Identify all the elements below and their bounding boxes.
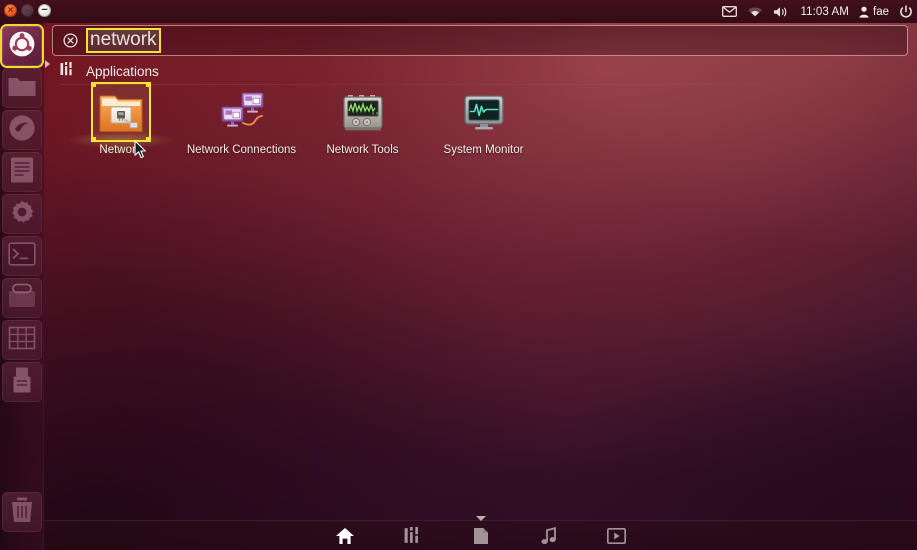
sidebar-item-trash[interactable] bbox=[1, 492, 42, 532]
sidebar-item-terminal[interactable] bbox=[1, 236, 42, 276]
gear-icon bbox=[8, 198, 36, 231]
lens-video[interactable] bbox=[605, 525, 629, 547]
unity-dash-screen: × − − 11:03 AM fae network Applications … bbox=[0, 0, 917, 550]
window-maximize-button[interactable]: − bbox=[38, 4, 51, 17]
volume-icon[interactable] bbox=[773, 6, 790, 18]
ubuntu-logo-icon bbox=[8, 30, 36, 63]
maximize-icon: − bbox=[41, 4, 48, 16]
sidebar-item-libreoffice-writer[interactable] bbox=[1, 152, 42, 192]
category-divider bbox=[60, 84, 908, 85]
network-connections-icon bbox=[218, 88, 266, 136]
category-header-applications[interactable]: Applications bbox=[60, 62, 159, 81]
dash-lens-bar bbox=[44, 515, 917, 550]
terminal-icon bbox=[7, 241, 36, 271]
clock[interactable]: 11:03 AM bbox=[800, 6, 849, 18]
launcher-arrow-indicator bbox=[45, 60, 50, 68]
dash-search-bar[interactable]: network bbox=[52, 25, 908, 56]
firefox-icon bbox=[7, 113, 37, 148]
result-item-network[interactable]: Network bbox=[60, 82, 181, 156]
clear-circle-icon[interactable] bbox=[63, 33, 78, 48]
user-name: fae bbox=[873, 5, 889, 18]
trash-icon bbox=[9, 496, 35, 529]
category-label: Applications bbox=[86, 64, 159, 79]
result-label: Network bbox=[99, 144, 142, 156]
sidebar-item-firefox[interactable] bbox=[1, 110, 42, 150]
result-item-network-connections[interactable]: Network Connections bbox=[181, 88, 302, 156]
wifi-icon[interactable] bbox=[747, 6, 763, 18]
lens-music[interactable] bbox=[537, 525, 561, 547]
applications-bars-icon bbox=[60, 62, 75, 81]
folder-icon bbox=[7, 73, 37, 104]
window-close-button[interactable]: × bbox=[4, 4, 17, 17]
sidebar-item-bfb-ubuntu-button[interactable] bbox=[1, 26, 42, 66]
results-grid: Network Network Connections 0.00 Network… bbox=[60, 82, 910, 156]
minimize-icon: − bbox=[24, 5, 31, 15]
panel-indicator-tray: 11:03 AM fae bbox=[722, 0, 913, 23]
launcher-spacer bbox=[0, 402, 43, 490]
top-panel: × − − 11:03 AM fae bbox=[0, 0, 917, 23]
chevron-down-icon[interactable] bbox=[475, 515, 486, 521]
result-label: Network Connections bbox=[186, 144, 297, 156]
software-center-icon bbox=[7, 283, 37, 314]
user-menu[interactable]: fae bbox=[859, 6, 889, 18]
document-icon bbox=[9, 156, 35, 189]
svg-text:0.00: 0.00 bbox=[372, 111, 380, 115]
sidebar-item-software-center[interactable] bbox=[1, 278, 42, 318]
network-folder-icon bbox=[66, 82, 175, 148]
sidebar-item-usb-device[interactable] bbox=[1, 362, 42, 402]
lens-files[interactable] bbox=[469, 525, 493, 547]
sidebar-item-libreoffice-calc[interactable] bbox=[1, 320, 42, 360]
result-item-network-tools[interactable]: 0.00 Network Tools bbox=[302, 88, 423, 156]
lens-home[interactable] bbox=[333, 525, 357, 547]
result-label: Network Tools bbox=[326, 144, 399, 156]
power-icon[interactable] bbox=[899, 4, 913, 19]
network-tools-icon: 0.00 bbox=[339, 88, 387, 136]
sidebar-item-files[interactable] bbox=[1, 68, 42, 108]
result-item-system-monitor[interactable]: System Monitor bbox=[423, 88, 544, 156]
search-input[interactable]: network bbox=[86, 28, 161, 53]
close-icon: × bbox=[7, 4, 14, 16]
usb-drive-icon bbox=[11, 366, 33, 399]
spreadsheet-icon bbox=[8, 326, 36, 355]
result-label: System Monitor bbox=[443, 144, 524, 156]
sidebar-item-system-settings[interactable] bbox=[1, 194, 42, 234]
system-monitor-icon bbox=[460, 88, 508, 136]
window-minimize-button[interactable]: − bbox=[21, 4, 34, 17]
messaging-icon[interactable] bbox=[722, 6, 738, 17]
lens-applications[interactable] bbox=[401, 525, 425, 547]
unity-launcher bbox=[0, 23, 50, 550]
